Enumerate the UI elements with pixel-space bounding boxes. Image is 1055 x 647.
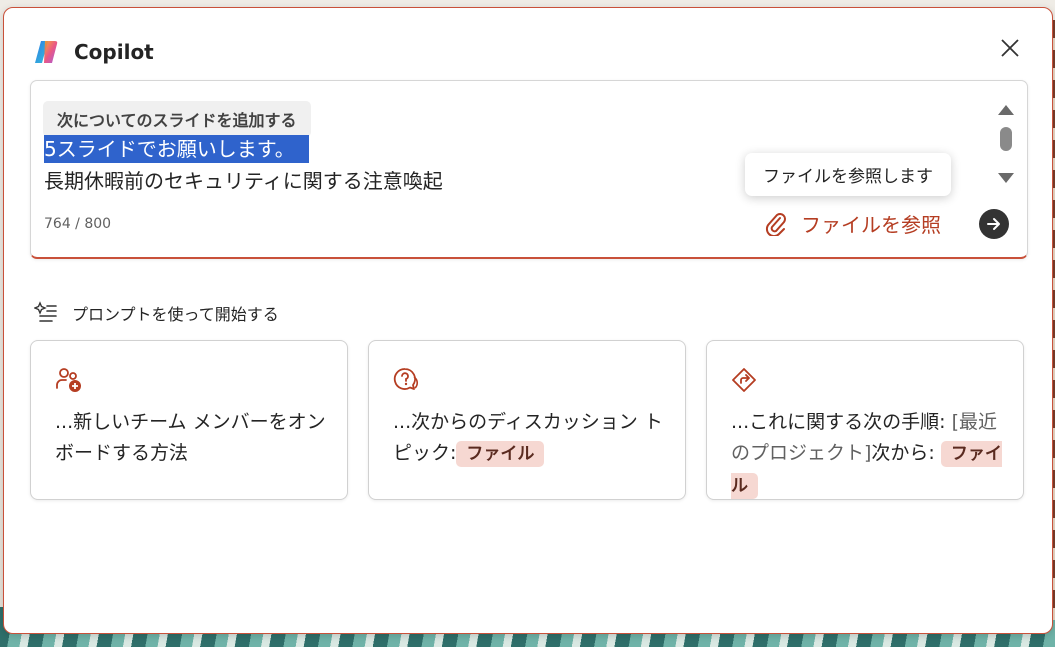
prompt-sparkle-icon bbox=[34, 301, 57, 322]
copilot-logo bbox=[35, 41, 58, 63]
people-add-icon bbox=[56, 368, 81, 392]
scrollbar-thumb[interactable] bbox=[1000, 127, 1012, 151]
prompt-card-text: ...次からのディスカッション トピック: ファイル bbox=[393, 407, 665, 470]
prompt-prefix-chip: 次についてのスライドを追加する bbox=[43, 101, 311, 137]
scroll-up-arrow-icon[interactable] bbox=[998, 105, 1014, 115]
prompt-card-discussion[interactable]: ...次からのディスカッション トピック: ファイル bbox=[368, 340, 686, 500]
prompt-card-onboarding[interactable]: ...新しいチーム メンバーをオンボードする方法 bbox=[30, 340, 348, 500]
paperclip-icon bbox=[765, 212, 786, 236]
prompt-card-text-b: 次から: bbox=[871, 442, 941, 464]
prompt-editor[interactable]: 次についてのスライドを追加する 5スライドでお願いします。 長期休暇前のセキュリ… bbox=[30, 80, 1028, 259]
prompt-card-next-steps[interactable]: ...これに関する次の手順: [最近のプロジェクト]次から: ファイル bbox=[706, 340, 1024, 500]
chat-question-icon bbox=[393, 368, 418, 390]
send-button[interactable] bbox=[979, 209, 1009, 239]
send-arrow-icon bbox=[987, 218, 1000, 230]
scroll-down-arrow-icon[interactable] bbox=[998, 173, 1014, 183]
browse-files-tooltip: ファイルを参照します bbox=[745, 153, 951, 196]
dialog-header: Copilot bbox=[32, 38, 154, 66]
file-chip[interactable]: ファイル bbox=[456, 441, 545, 467]
prompt-text[interactable]: 長期休暇前のセキュリティに関する注意喚起 bbox=[44, 167, 443, 195]
browse-files-label: ファイルを参照 bbox=[801, 213, 941, 237]
prompt-section-title: プロンプトを使って開始する bbox=[72, 305, 279, 324]
prompt-text-selected[interactable]: 5スライドでお願いします。 bbox=[44, 135, 309, 163]
prompt-section-heading: プロンプトを使って開始する bbox=[34, 300, 279, 326]
direction-sign-icon bbox=[732, 368, 756, 392]
copilot-dialog: Copilot 次についてのスライドを追加する 5スライドでお願いします。 長期… bbox=[3, 7, 1053, 634]
close-icon[interactable] bbox=[998, 36, 1022, 60]
prompt-card-text-a: ...これに関する次の手順: bbox=[731, 411, 952, 433]
browse-files-button[interactable]: ファイルを参照 bbox=[765, 209, 941, 238]
prompt-card-text: ...これに関する次の手順: [最近のプロジェクト]次から: ファイル bbox=[731, 407, 1003, 502]
character-counter: 764 / 800 bbox=[44, 216, 112, 232]
dialog-title: Copilot bbox=[74, 40, 154, 64]
prompt-card-text: ...新しいチーム メンバーをオンボードする方法 bbox=[55, 411, 326, 464]
